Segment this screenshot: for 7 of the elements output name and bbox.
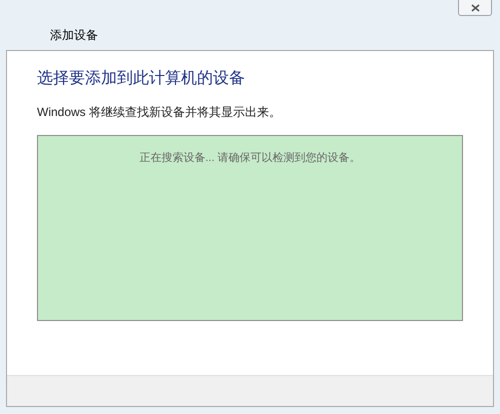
- search-status-text: 正在搜索设备... 请确保可以检测到您的设备。: [139, 150, 361, 166]
- page-heading: 选择要添加到此计算机的设备: [37, 68, 246, 89]
- close-button[interactable]: [458, 0, 492, 16]
- description-text: Windows 将继续查找新设备并将其显示出来。: [37, 104, 282, 121]
- device-list[interactable]: 正在搜索设备... 请确保可以检测到您的设备。: [37, 135, 463, 321]
- window-title: 添加设备: [50, 27, 98, 44]
- close-icon: [470, 4, 480, 12]
